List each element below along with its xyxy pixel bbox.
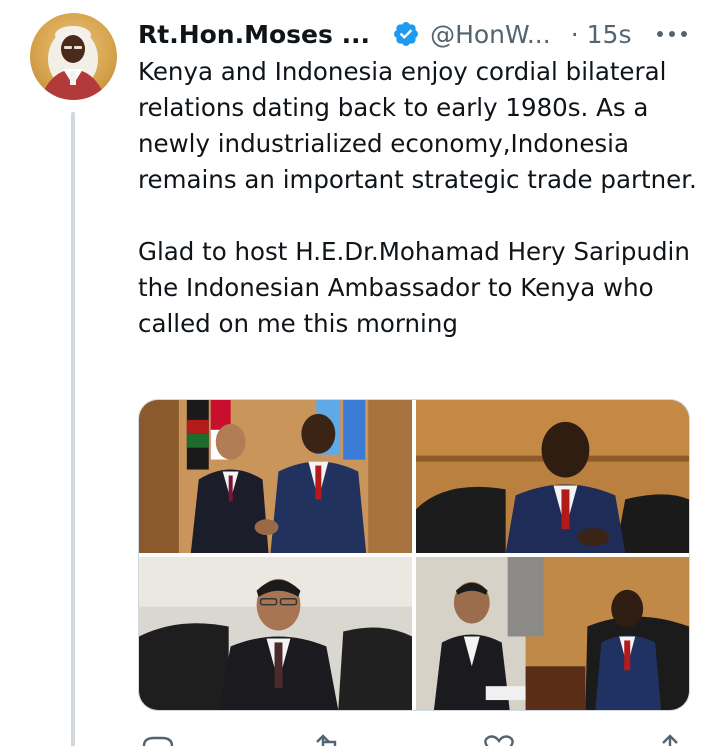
display-name[interactable]: Rt.Hon.Moses ... [138,20,370,49]
media-grid [138,399,690,711]
verified-badge-icon [392,20,420,48]
share-icon[interactable] [650,732,690,746]
tweet-timestamp[interactable]: 15s [587,20,632,49]
media-photo-handshake[interactable] [139,400,412,553]
separator-dot: · [570,19,579,49]
reply-icon[interactable] [138,732,178,746]
tweet-paragraph: Kenya and Indonesia enjoy cordial bilate… [138,57,697,194]
tweet-paragraph: Glad to host H.E.Dr.Mohamad Hery Saripud… [138,237,690,338]
tweet-header: Rt.Hon.Moses ... @HonW... · 15s [138,14,632,54]
media-photo-seated-host[interactable] [416,400,689,553]
tweet-text: Kenya and Indonesia enjoy cordial bilate… [138,54,698,342]
avatar-portrait [40,26,106,100]
thread-connector-line [71,112,75,746]
avatar[interactable] [30,13,117,100]
user-handle[interactable]: @HonW... [430,20,551,49]
tweet-action-bar [138,732,690,746]
more-options-icon[interactable] [654,14,690,54]
media-photo-meeting[interactable] [416,557,689,710]
like-icon[interactable] [479,732,519,746]
media-photo-ambassador[interactable] [139,557,412,710]
retweet-icon[interactable] [309,732,349,746]
